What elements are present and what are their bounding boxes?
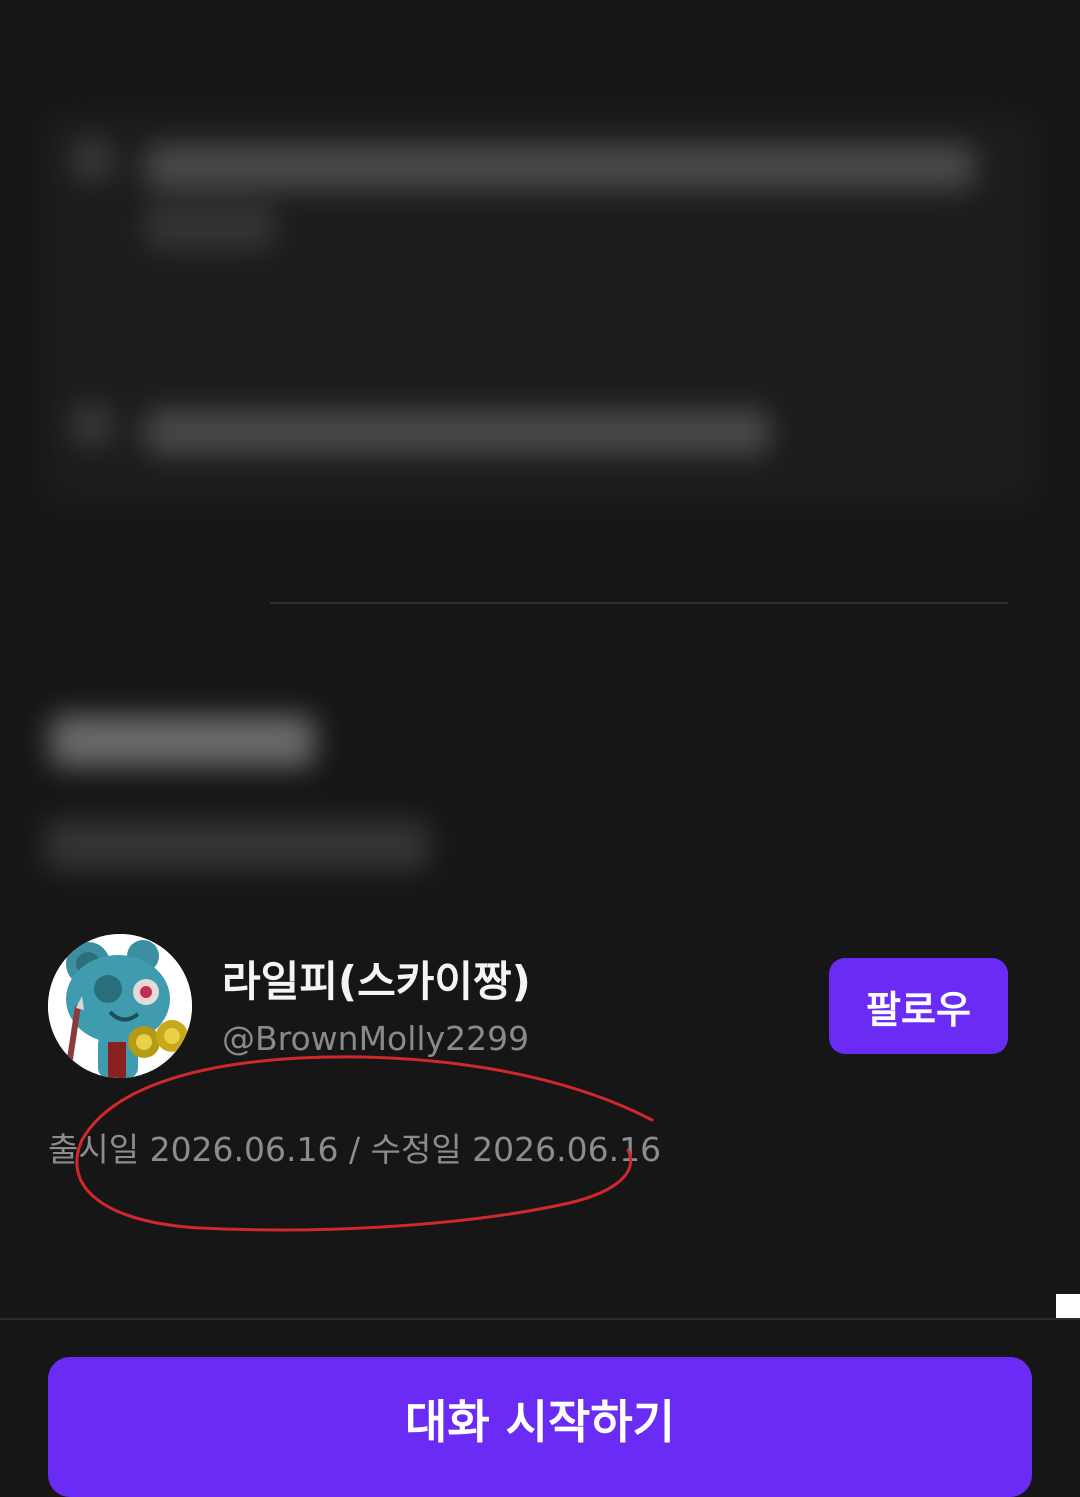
start-chat-button[interactable]: 대화 시작하기 [48, 1357, 1032, 1497]
section-divider [270, 602, 1008, 604]
creator-name[interactable]: 라일피(스카이짱) [222, 952, 531, 1012]
mouse-character-icon [48, 934, 192, 1078]
redacted-heading [50, 715, 315, 767]
redacted-bullet [72, 140, 112, 180]
creator-avatar[interactable] [48, 934, 192, 1078]
redacted-text-line [145, 145, 975, 189]
edge-marker [1056, 1294, 1080, 1318]
creator-handle: @BrownMolly2299 [222, 1019, 530, 1058]
start-chat-label: 대화 시작하기 [405, 1395, 675, 1449]
redacted-text-line [145, 410, 770, 454]
follow-button-label: 팔로우 [866, 987, 971, 1032]
redacted-text-line [45, 820, 430, 870]
redacted-bullet [72, 405, 112, 445]
redacted-content [0, 0, 1080, 900]
redacted-text-line [145, 205, 275, 249]
bottom-divider [0, 1318, 1080, 1320]
follow-button[interactable]: 팔로우 [829, 958, 1008, 1054]
release-and-update-dates: 출시일 2026.06.16 / 수정일 2026.06.16 [48, 1130, 662, 1169]
